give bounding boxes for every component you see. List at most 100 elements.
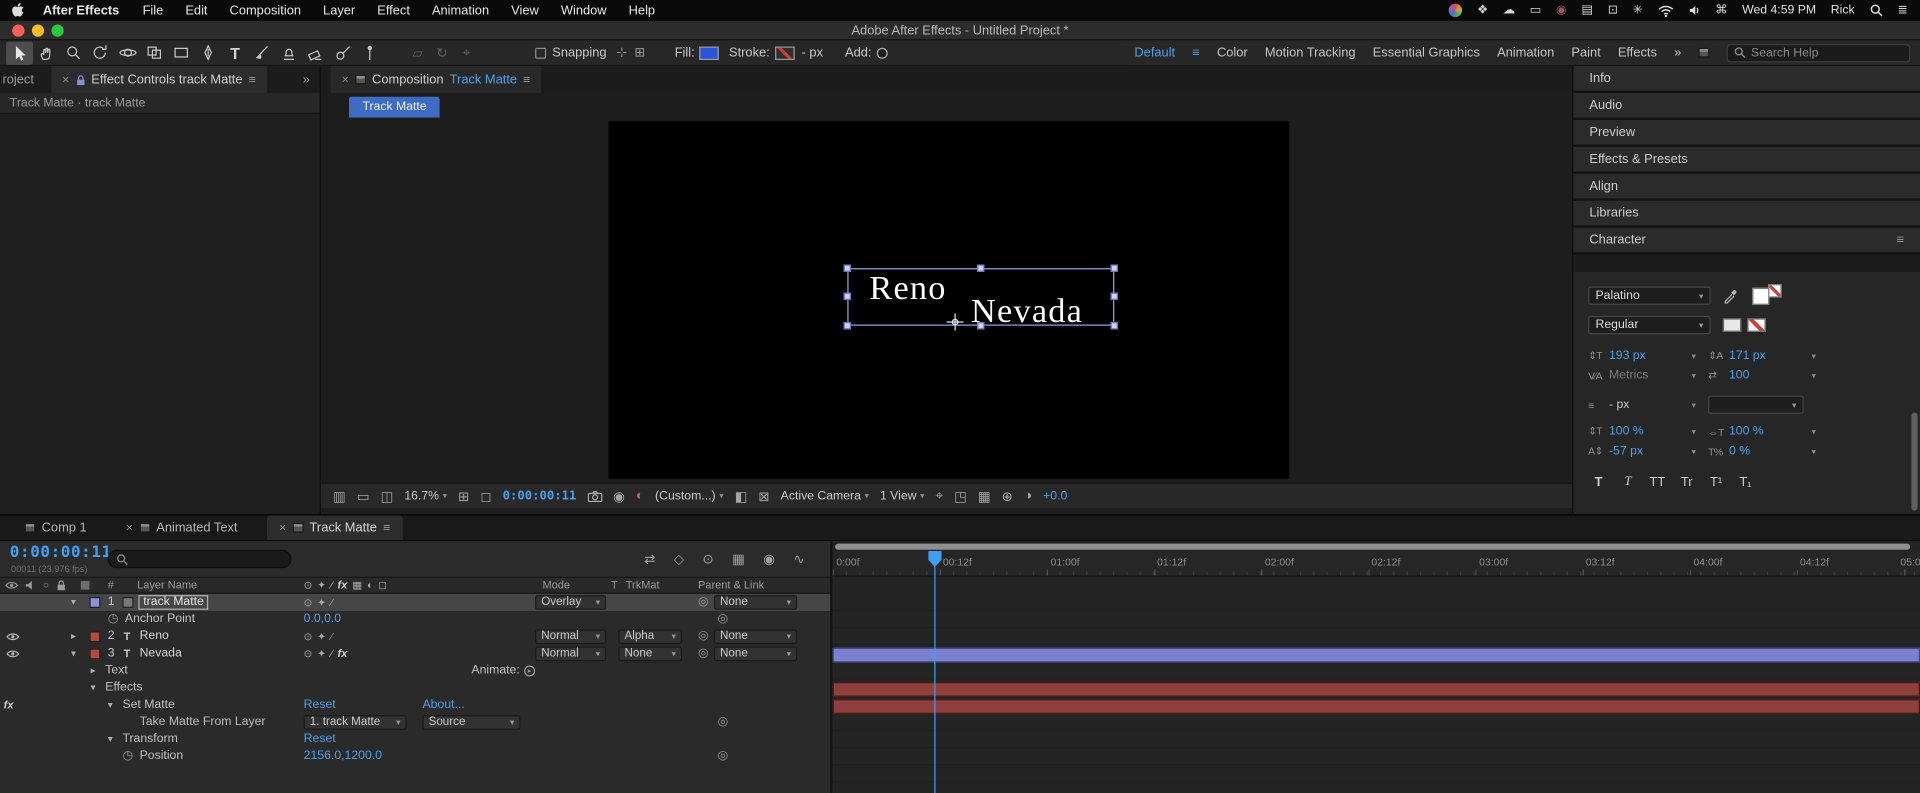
shy-layers-icon[interactable] bbox=[702, 551, 713, 567]
layer-bar-track-matte[interactable] bbox=[832, 647, 1920, 663]
leading-field[interactable]: 171 px bbox=[1708, 349, 1816, 362]
battery-icon[interactable] bbox=[1581, 4, 1593, 17]
property-row-take-matte[interactable]: Take Matte From Layer 1. track Matte Sou… bbox=[0, 714, 833, 731]
tab-project[interactable]: roject bbox=[0, 72, 34, 87]
twirl-open-icon[interactable] bbox=[91, 683, 96, 693]
view-count-select[interactable]: 1 View bbox=[880, 489, 925, 502]
type-tool[interactable]: T bbox=[222, 41, 249, 64]
stroke-width-field[interactable]: - px bbox=[1588, 398, 1696, 411]
roto-brush-tool[interactable] bbox=[329, 41, 356, 64]
workspace-menu-icon[interactable] bbox=[1192, 45, 1200, 60]
trkmat-select[interactable]: Alpha bbox=[618, 629, 683, 645]
eye-icon[interactable] bbox=[6, 649, 20, 659]
pan-behind-tool[interactable] bbox=[141, 41, 168, 64]
close-tab-icon[interactable] bbox=[279, 521, 286, 534]
show-snapshot-icon[interactable] bbox=[613, 488, 625, 504]
recording-dot-icon[interactable] bbox=[1556, 4, 1567, 17]
video-column-icon[interactable] bbox=[5, 580, 19, 590]
trkmat-select[interactable]: None bbox=[618, 646, 683, 662]
apple-menu[interactable] bbox=[0, 2, 36, 18]
twirl-open-icon[interactable] bbox=[108, 735, 113, 745]
composition-viewport[interactable]: Reno Nevada bbox=[608, 121, 1290, 479]
eraser-tool[interactable] bbox=[302, 41, 329, 64]
search-help-input[interactable] bbox=[1751, 45, 1913, 60]
playhead-line[interactable] bbox=[934, 551, 936, 793]
label-column-icon[interactable] bbox=[80, 581, 90, 590]
wifi-icon[interactable] bbox=[1658, 4, 1674, 17]
layer-switches[interactable] bbox=[304, 632, 333, 642]
clone-stamp-tool[interactable] bbox=[276, 41, 303, 64]
trkmat-column-header[interactable]: TrkMat bbox=[626, 579, 660, 591]
parent-select[interactable]: None bbox=[713, 595, 798, 610]
control-center-icon[interactable] bbox=[1897, 4, 1907, 17]
effect-controls-tab-label[interactable]: Effect Controls track Matte bbox=[91, 72, 242, 87]
parent-select[interactable]: None bbox=[713, 629, 798, 645]
panel-character[interactable]: Character bbox=[1573, 227, 1920, 255]
faux-bold-toggle[interactable]: T bbox=[1588, 474, 1609, 490]
exposure-value[interactable]: +0.0 bbox=[1043, 489, 1067, 502]
workspace-default[interactable]: Default bbox=[1134, 45, 1175, 60]
stroke-over-fill-button[interactable] bbox=[1747, 318, 1766, 332]
twirl-open-icon[interactable] bbox=[108, 700, 113, 710]
mini-flowchart-icon[interactable] bbox=[644, 551, 655, 567]
fast-previews-icon[interactable] bbox=[954, 488, 967, 504]
panel-menu-icon[interactable] bbox=[1897, 233, 1905, 248]
timeline-button-icon[interactable] bbox=[978, 488, 991, 504]
stopwatch-icon[interactable] bbox=[108, 613, 119, 625]
layer-color-chip[interactable] bbox=[89, 596, 101, 608]
layer-name-column-header[interactable]: Layer Name bbox=[137, 579, 197, 591]
small-caps-toggle[interactable]: Tr bbox=[1676, 474, 1697, 490]
selection-handle[interactable] bbox=[843, 292, 852, 300]
camera-select[interactable]: Active Camera bbox=[781, 489, 869, 502]
horizontal-scale-field[interactable]: 100 % bbox=[1708, 425, 1816, 438]
menu-view[interactable]: View bbox=[500, 3, 550, 18]
selection-handle[interactable] bbox=[977, 264, 985, 272]
selection-handle[interactable] bbox=[843, 264, 852, 272]
sidebar-scrollbar[interactable] bbox=[1911, 412, 1918, 511]
twirl-open-icon[interactable] bbox=[71, 598, 76, 608]
region-of-interest-icon[interactable] bbox=[735, 488, 748, 504]
fill-over-stroke-button[interactable] bbox=[1722, 318, 1742, 332]
font-size-field[interactable]: 193 px bbox=[1588, 349, 1696, 362]
selection-handle[interactable] bbox=[977, 322, 985, 330]
panel-effects-presets[interactable]: Effects & Presets bbox=[1573, 146, 1920, 174]
grid-guides-icon[interactable] bbox=[458, 488, 469, 504]
selection-handle[interactable] bbox=[1110, 264, 1118, 272]
panel-layout-icon[interactable] bbox=[1698, 47, 1710, 58]
number-column-header[interactable]: # bbox=[108, 579, 114, 591]
selection-tool[interactable] bbox=[6, 41, 34, 65]
brush-tool[interactable] bbox=[249, 41, 276, 64]
composition-tab-name[interactable]: Track Matte bbox=[450, 72, 517, 87]
blend-mode-select[interactable]: Normal bbox=[535, 646, 607, 662]
show-channel-icon[interactable] bbox=[636, 489, 644, 504]
stroke-color-swatch[interactable] bbox=[774, 45, 795, 60]
fill-swatch[interactable] bbox=[1752, 287, 1770, 305]
menu-composition[interactable]: Composition bbox=[219, 3, 313, 18]
layer-color-chip[interactable] bbox=[89, 631, 101, 643]
tab-animated-text[interactable]: Animated Text bbox=[114, 516, 250, 540]
menu-clock[interactable]: Wed 4:59 PM bbox=[1742, 4, 1816, 17]
snap-option-icon[interactable] bbox=[616, 45, 627, 60]
property-pickwhip-icon[interactable] bbox=[718, 751, 729, 763]
property-label[interactable]: Anchor Point bbox=[125, 613, 195, 625]
property-row-position[interactable]: Position 2156.0,1200.0 bbox=[0, 748, 833, 765]
selection-handle[interactable] bbox=[1110, 292, 1118, 300]
twirl-closed-icon[interactable] bbox=[91, 666, 96, 676]
layer-row-track-matte[interactable]: 1 track Matte Overlay None bbox=[0, 593, 833, 612]
tab-effect-controls[interactable]: Effect Controls track Matte bbox=[51, 66, 267, 94]
layer-row-reno[interactable]: 2 T Reno Normal Alpha None bbox=[0, 628, 833, 645]
magnification-select[interactable]: 16.7% bbox=[404, 489, 447, 502]
composition-navigator-tab[interactable]: Track Matte bbox=[348, 96, 441, 118]
layer-name[interactable]: Nevada bbox=[140, 647, 182, 660]
mask-visibility-icon[interactable] bbox=[480, 488, 491, 504]
faux-italic-toggle[interactable]: T bbox=[1618, 474, 1639, 490]
lock-icon[interactable] bbox=[75, 74, 85, 85]
tracking-field[interactable]: 100 bbox=[1708, 369, 1816, 382]
panel-menu-icon[interactable] bbox=[383, 521, 390, 534]
transparency-grid-icon[interactable] bbox=[758, 488, 769, 504]
airplay-icon[interactable] bbox=[1608, 4, 1618, 17]
motion-blur-icon[interactable] bbox=[763, 551, 775, 567]
menu-effect[interactable]: Effect bbox=[366, 3, 421, 18]
parent-pickwhip-icon[interactable] bbox=[698, 596, 709, 608]
kerning-field[interactable]: Metrics bbox=[1588, 369, 1696, 382]
